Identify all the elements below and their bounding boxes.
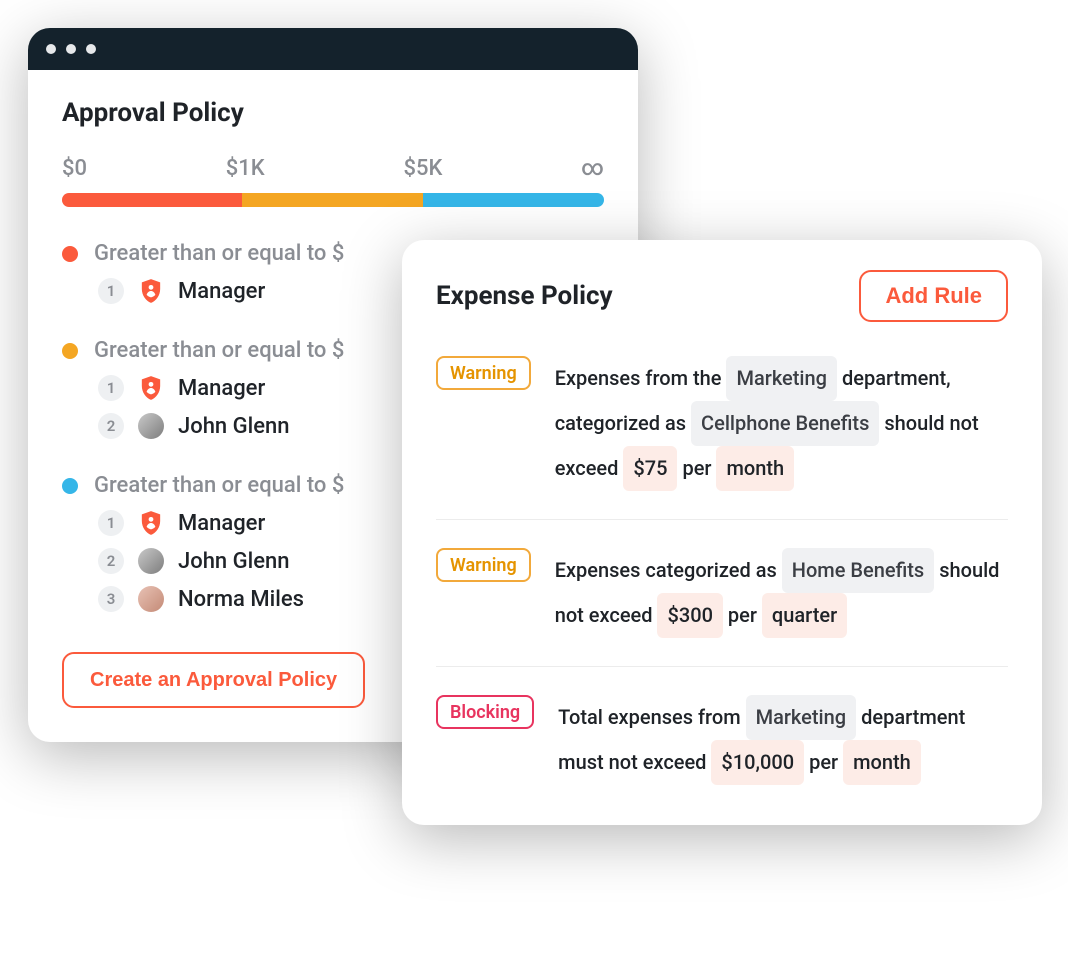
expense-policy-card: Expense Policy Add Rule Warning Expenses …: [402, 240, 1042, 825]
tier-condition-label: Greater than or equal to $: [94, 338, 344, 363]
expense-rule: Warning Expenses categorized as Home Bene…: [436, 520, 1008, 667]
range-segment-red: [62, 193, 242, 207]
avatar: [138, 586, 164, 612]
avatar: [138, 548, 164, 574]
approver-name: Manager: [178, 511, 265, 536]
create-approval-policy-button[interactable]: Create an Approval Policy: [62, 652, 365, 708]
approver-name: John Glenn: [178, 414, 290, 439]
window-dot: [86, 44, 96, 54]
warning-tag: Warning: [436, 356, 531, 390]
warning-tag: Warning: [436, 548, 531, 582]
expense-title: Expense Policy: [436, 281, 613, 311]
tier-color-dot: [62, 343, 78, 359]
avatar: [138, 413, 164, 439]
approver-order-badge: 1: [98, 510, 124, 536]
range-segment-orange: [242, 193, 422, 207]
amount-chip: $75: [623, 446, 677, 491]
expense-rule: Blocking Total expenses from Marketing de…: [436, 667, 1008, 785]
range-label: $5K: [403, 156, 442, 181]
value-chip: Marketing: [746, 695, 857, 740]
period-chip: month: [716, 446, 794, 491]
approver-order-badge: 2: [98, 413, 124, 439]
tier-condition-label: Greater than or equal to $: [94, 473, 344, 498]
range-label: ∞: [581, 156, 604, 181]
amount-chip: $10,000: [711, 740, 804, 785]
window-dot: [66, 44, 76, 54]
range-segment-blue: [423, 193, 604, 207]
amount-chip: $300: [657, 593, 722, 638]
approval-range-bar: [62, 193, 604, 207]
tier-color-dot: [62, 478, 78, 494]
shield-icon: [138, 278, 164, 304]
approver-name: John Glenn: [178, 549, 290, 574]
value-chip: Marketing: [726, 356, 837, 401]
approver-order-badge: 3: [98, 586, 124, 612]
approver-name: Manager: [178, 279, 265, 304]
approval-title: Approval Policy: [62, 98, 604, 128]
shield-icon: [138, 375, 164, 401]
period-chip: quarter: [762, 593, 847, 638]
period-chip: month: [843, 740, 921, 785]
range-label: $1K: [226, 156, 265, 181]
approver-order-badge: 1: [98, 375, 124, 401]
approver-order-badge: 1: [98, 278, 124, 304]
blocking-tag: Blocking: [436, 695, 534, 729]
window-dot: [46, 44, 56, 54]
rule-text: Total expenses from Marketing department…: [558, 695, 1008, 785]
rule-text: Expenses from the Marketing department, …: [555, 356, 1008, 491]
approver-order-badge: 2: [98, 548, 124, 574]
rule-text: Expenses categorized as Home Benefits sh…: [555, 548, 1008, 638]
approver-name: Norma Miles: [178, 587, 304, 612]
approval-range-labels: $0 $1K $5K ∞: [62, 156, 604, 181]
range-label: $0: [62, 156, 87, 181]
shield-icon: [138, 510, 164, 536]
tier-color-dot: [62, 246, 78, 262]
value-chip: Home Benefits: [782, 548, 934, 593]
tier-condition-label: Greater than or equal to $: [94, 241, 344, 266]
value-chip: Cellphone Benefits: [691, 401, 879, 446]
expense-rule: Warning Expenses from the Marketing depar…: [436, 322, 1008, 520]
add-rule-button[interactable]: Add Rule: [859, 270, 1008, 322]
window-titlebar: [28, 28, 638, 70]
approver-name: Manager: [178, 376, 265, 401]
